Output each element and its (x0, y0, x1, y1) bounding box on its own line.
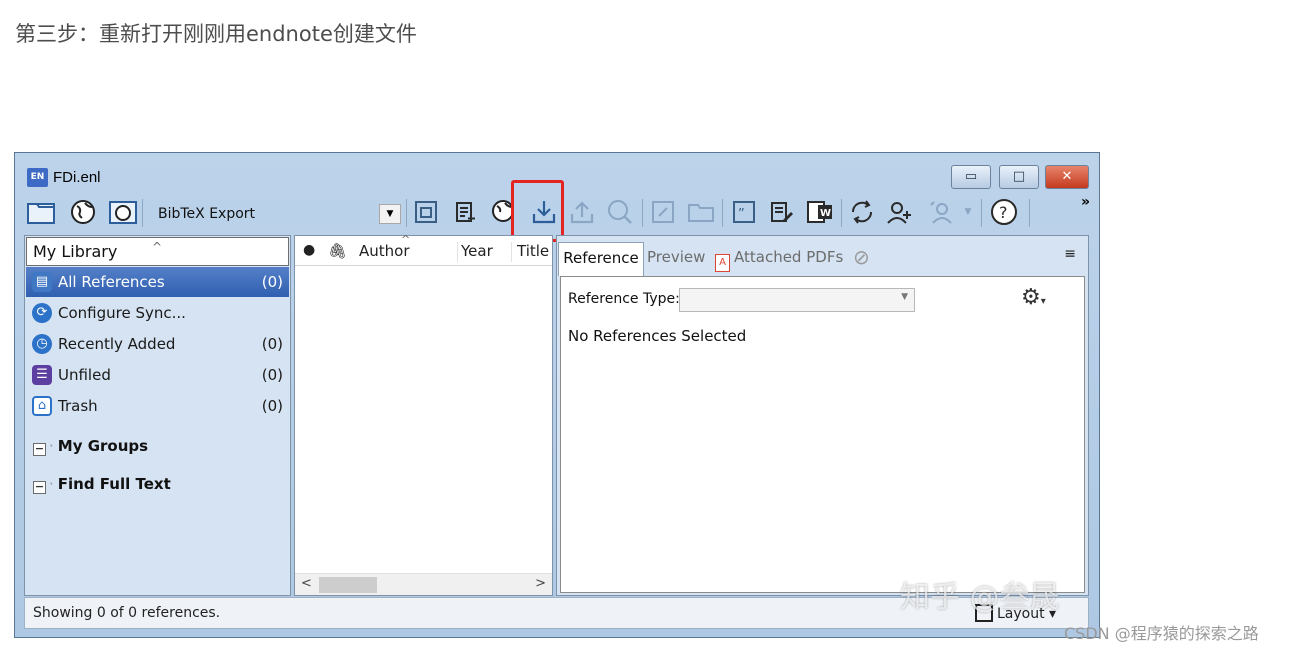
attachment-icon[interactable]: 🖇 (328, 242, 347, 260)
svg-text:”: ” (738, 207, 745, 222)
reference-type-select[interactable]: ▼ (679, 288, 915, 312)
empty-message: No References Selected (568, 327, 747, 345)
section-label: My Groups (57, 437, 149, 455)
reference-editor: Reference Type: ▼ ⚙▾ No References Selec… (560, 276, 1085, 593)
csdn-watermark: CSDN @程序猿的探索之路 (1064, 624, 1259, 643)
group-recently-added[interactable]: ◷ Recently Added (0) (26, 329, 289, 359)
tab-preview[interactable]: Preview (647, 242, 705, 272)
collapse-icon[interactable]: − (33, 443, 46, 456)
group-label: Configure Sync... (58, 304, 186, 322)
format-bibliography-icon[interactable] (767, 197, 797, 227)
sort-caret-icon: ^ (401, 233, 411, 246)
integrated-library-icon[interactable] (108, 197, 138, 227)
online-library-icon[interactable] (68, 197, 98, 227)
gear-icon[interactable]: ⚙▾ (1021, 285, 1046, 310)
maximize-button[interactable]: □ (999, 165, 1039, 189)
all-references-icon: ▤ (32, 272, 52, 292)
group-trash[interactable]: ⌂ Trash (0) (26, 391, 289, 421)
sync-icon: ⟳ (32, 303, 52, 323)
scroll-right-icon[interactable]: > (535, 576, 546, 591)
scroll-thumb[interactable] (319, 577, 377, 593)
reference-list-panel: ● 🖇 Author ^ Year Title < > (294, 233, 553, 596)
close-button[interactable]: ✕ (1045, 165, 1089, 189)
import-highlight-box (511, 180, 564, 242)
toolbar: BibTeX Export ▼ ” W ▼ ? » (23, 180, 1091, 242)
tab-reference[interactable]: Reference (558, 242, 644, 276)
reference-type-label: Reference Type: (568, 291, 680, 307)
column-divider[interactable] (511, 242, 512, 262)
output-style-select[interactable]: BibTeX Export (148, 202, 388, 226)
library-selector-label: My Library (33, 242, 118, 261)
local-library-icon[interactable] (26, 197, 56, 227)
horizontal-scrollbar[interactable]: < > (295, 573, 552, 595)
tab-label: Attached PDFs (734, 248, 844, 266)
column-header: ● 🖇 Author ^ Year Title (295, 233, 552, 266)
library-panel: My Library ^ ▤ All References (0) ⟳ Conf… (24, 235, 291, 596)
my-groups-section[interactable]: − · My Groups (33, 437, 148, 456)
group-label: Recently Added (58, 335, 176, 353)
column-year[interactable]: Year (461, 242, 493, 260)
clock-icon: ◷ (32, 334, 52, 354)
scroll-left-icon[interactable]: < (301, 576, 312, 591)
reference-tabs: Reference Preview A Attached PDFs ⊘ ≡ (557, 236, 1088, 276)
endnote-window: EN FDi.enl ▭ □ ✕ BibTeX Export ▼ ” W ▼ ?… (14, 152, 1100, 638)
copy-to-library-icon[interactable] (411, 197, 441, 227)
reference-panel: Reference Preview A Attached PDFs ⊘ ≡ Ref… (556, 235, 1089, 596)
group-all-references[interactable]: ▤ All References (0) (26, 267, 289, 297)
chevron-down-icon[interactable]: ▼ (901, 292, 908, 302)
trash-icon: ⌂ (32, 396, 52, 416)
find-full-text-section[interactable]: − · Find Full Text (33, 475, 171, 494)
group-count: (0) (261, 366, 283, 384)
group-label: Trash (58, 397, 98, 415)
chevron-up-icon[interactable]: ^ (152, 234, 162, 261)
panel-menu-icon[interactable]: ≡ (1064, 246, 1076, 262)
zhihu-watermark: 知乎 @叁晟 (900, 580, 1060, 615)
column-divider[interactable] (457, 242, 458, 262)
help-icon[interactable]: ? (989, 197, 1019, 227)
sync-icon[interactable] (847, 197, 877, 227)
group-label: All References (58, 273, 165, 291)
toolbar-overflow-button[interactable]: » (1081, 194, 1090, 210)
pdf-icon: A (715, 254, 730, 272)
group-count: (0) (261, 397, 283, 415)
page-caption: 第三步：重新打开刚刚用endnote创建文件 (15, 22, 417, 46)
paperclip-icon[interactable]: ⊘ (853, 242, 870, 272)
chevron-down-icon[interactable]: ▼ (953, 197, 983, 227)
new-reference-icon[interactable] (451, 197, 481, 227)
insert-citation-icon[interactable]: ” (729, 197, 759, 227)
endnote-app-icon: EN (27, 168, 48, 187)
group-count: (0) (261, 273, 283, 291)
group-label: Unfiled (58, 366, 111, 384)
window-title: FDi.enl (53, 169, 101, 186)
group-configure-sync[interactable]: ⟳ Configure Sync... (26, 298, 289, 328)
library-selector[interactable]: My Library ^ (26, 237, 289, 266)
section-label: Find Full Text (57, 475, 171, 493)
unfiled-icon: ☰ (32, 365, 52, 385)
open-link-icon[interactable] (648, 197, 678, 227)
svg-text:W: W (820, 208, 831, 219)
open-file-icon[interactable] (686, 197, 716, 227)
share-icon[interactable] (885, 197, 915, 227)
collapse-icon[interactable]: − (33, 481, 46, 494)
group-count: (0) (261, 335, 283, 353)
find-pdf-icon[interactable] (605, 197, 635, 227)
status-text: Showing 0 of 0 references. (33, 605, 221, 621)
group-unfiled[interactable]: ☰ Unfiled (0) (26, 360, 289, 390)
tab-attached-pdfs[interactable]: A Attached PDFs (715, 242, 843, 272)
minimize-button[interactable]: ▭ (951, 165, 991, 189)
column-title[interactable]: Title (517, 242, 549, 260)
export-icon[interactable] (567, 197, 597, 227)
chevron-down-icon[interactable]: ▼ (379, 204, 401, 224)
word-icon[interactable]: W (805, 197, 835, 227)
svg-text:?: ? (999, 203, 1008, 222)
read-status-icon[interactable]: ● (303, 242, 315, 258)
